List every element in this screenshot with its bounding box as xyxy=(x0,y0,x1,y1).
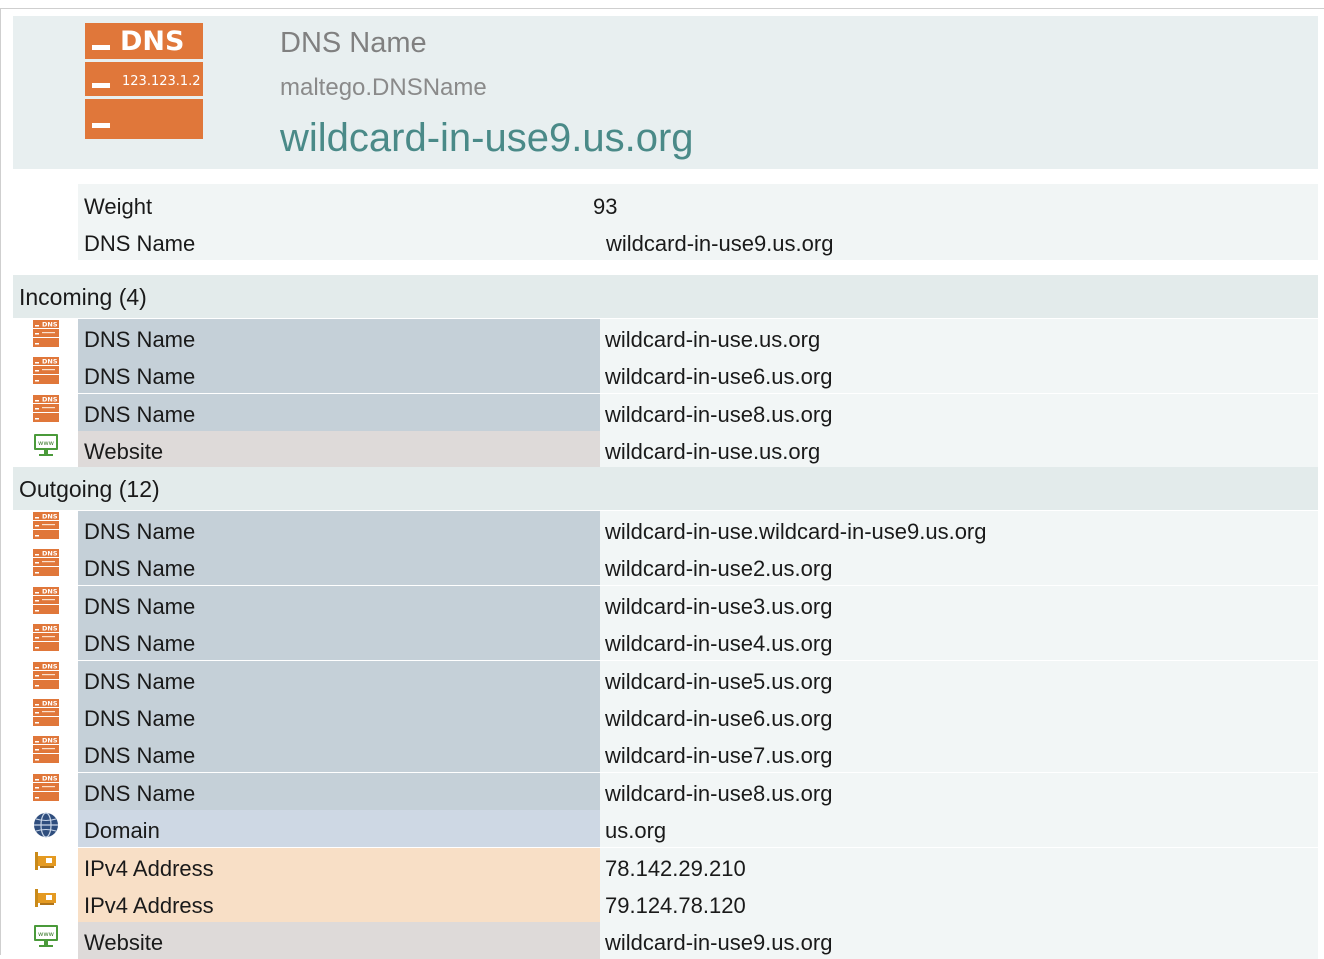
network-card-icon xyxy=(32,849,60,877)
dns-server-icon: DNS 123.123.1.2 xyxy=(85,23,203,139)
dns-server-icon: DNS xyxy=(32,549,60,577)
relation-row-dns-name[interactable]: DNS DNS Name wildcard-in-use2.us.org xyxy=(13,548,1318,586)
network-card-icon xyxy=(32,886,60,914)
entity-type-label: DNS Name xyxy=(84,401,196,427)
relation-row-dns-name[interactable]: DNS DNS Name wildcard-in-use.us.org xyxy=(13,319,1318,356)
entity-value-link[interactable]: wildcard-in-use.us.org xyxy=(605,439,820,465)
entity-type-label: DNS Name xyxy=(84,706,196,731)
incoming-label: Incoming (4) xyxy=(19,284,147,310)
entity-value-link[interactable]: us.org xyxy=(605,818,666,844)
svg-text:DNS: DNS xyxy=(42,625,58,633)
dns-server-icon: DNS xyxy=(32,661,60,690)
svg-text:DNS: DNS xyxy=(42,700,58,708)
entity-value-link[interactable]: wildcard-in-use9.us.org xyxy=(605,930,832,956)
entity-value-link[interactable]: wildcard-in-use6.us.org xyxy=(605,706,832,732)
svg-text:www: www xyxy=(38,930,55,938)
value-cell xyxy=(600,810,1318,848)
entity-type-label: DNS Name xyxy=(84,780,196,806)
entity-value-link[interactable]: wildcard-in-use2.us.org xyxy=(605,556,832,582)
entity-value-link[interactable]: wildcard-in-use4.us.org xyxy=(605,631,832,657)
entity-type-label: DNS Name xyxy=(84,519,196,544)
property-row: Weight 93 xyxy=(78,188,1318,225)
svg-text:DNS: DNS xyxy=(42,513,58,521)
entity-type-label: Website xyxy=(84,438,164,464)
property-key: DNS Name xyxy=(84,231,196,256)
svg-text:DNS: DNS xyxy=(42,737,58,745)
svg-text:DNS: DNS xyxy=(42,321,58,329)
entity-type-label: Domain xyxy=(84,818,160,844)
svg-text:DNS: DNS xyxy=(42,662,58,670)
svg-text:DNS: DNS xyxy=(42,358,58,366)
entity-type-label: DNS Name xyxy=(84,631,196,657)
entity-type-label: DNS Name xyxy=(84,556,196,582)
entity-header: DNS 123.123.1.2 DNS Name maltego.DNSName… xyxy=(13,16,1318,169)
property-row: DNS Name wildcard-in-use9.us.org xyxy=(78,225,1318,262)
relation-row-domain[interactable]: Domain us.org xyxy=(13,810,1318,848)
entity-value-link[interactable]: wildcard-in-use.wildcard-in-use9.us.org xyxy=(605,519,987,545)
entity-type-name: DNS Name xyxy=(280,27,427,59)
dns-server-icon: DNS xyxy=(32,624,60,652)
entity-type-label: DNS Name xyxy=(84,364,196,390)
dns-server-icon: DNS xyxy=(32,736,60,764)
relation-row-dns-name[interactable]: DNS DNS Name wildcard-in-use5.us.org xyxy=(13,660,1318,698)
relation-row-website[interactable]: www Website wildcard-in-use9.us.org xyxy=(13,922,1318,959)
entity-value-link[interactable]: 79.124.78.120 xyxy=(605,893,746,919)
entity-value-link[interactable]: wildcard-in-use5.us.org xyxy=(605,669,832,695)
relation-row-dns-name[interactable]: DNS DNS Name wildcard-in-use7.us.org xyxy=(13,735,1318,773)
website-monitor-icon: www xyxy=(32,432,60,460)
entity-value-link[interactable]: wildcard-in-use7.us.org xyxy=(605,743,832,769)
relation-row-dns-name[interactable]: DNS DNS Name wildcard-in-use8.us.org xyxy=(13,772,1318,810)
entity-value-link[interactable]: 78.142.29.210 xyxy=(605,856,746,882)
entity-type-label: DNS Name xyxy=(84,668,196,694)
property-value: 93 xyxy=(593,194,618,219)
property-value: wildcard-in-use9.us.org xyxy=(606,231,834,256)
relation-row-dns-name[interactable]: DNS DNS Name wildcard-in-use3.us.org xyxy=(13,585,1318,623)
svg-text:www: www xyxy=(38,439,55,447)
entity-type-label: DNS Name xyxy=(84,743,196,769)
entity-value-link[interactable]: wildcard-in-use3.us.org xyxy=(605,594,832,620)
svg-text:DNS: DNS xyxy=(42,774,58,782)
entity-type-label: IPv4 Address xyxy=(84,855,214,881)
relation-row-dns-name[interactable]: DNS DNS Name wildcard-in-use8.us.org xyxy=(13,393,1318,431)
dns-server-icon: DNS xyxy=(32,320,60,348)
relation-row-ipv4-address[interactable]: IPv4 Address 78.142.29.210 xyxy=(13,847,1318,885)
entity-value[interactable]: wildcard-in-use9.us.org xyxy=(280,116,694,161)
entity-value-link[interactable]: wildcard-in-use6.us.org xyxy=(605,364,832,390)
svg-text:DNS: DNS xyxy=(42,395,58,403)
relation-row-website[interactable]: www Website wildcard-in-use.us.org xyxy=(13,430,1318,468)
entity-type-label: DNS Name xyxy=(84,327,196,352)
property-key: Weight xyxy=(84,194,153,219)
website-monitor-icon: www xyxy=(32,923,60,951)
entity-type-id: maltego.DNSName xyxy=(280,74,487,101)
svg-text:DNS: DNS xyxy=(120,26,184,57)
entity-value-link[interactable]: wildcard-in-use8.us.org xyxy=(605,402,832,428)
relation-row-dns-name[interactable]: DNS DNS Name wildcard-in-use6.us.org xyxy=(13,356,1318,394)
entity-type-label: Website xyxy=(84,930,164,956)
dns-server-icon: DNS xyxy=(32,586,60,615)
relation-row-dns-name[interactable]: DNS DNS Name wildcard-in-use6.us.org xyxy=(13,698,1318,735)
properties-table: Weight 93 DNS Name wildcard-in-use9.us.o… xyxy=(78,184,1318,260)
dns-server-icon: DNS xyxy=(32,699,60,727)
relation-row-ipv4-address[interactable]: IPv4 Address 79.124.78.120 xyxy=(13,885,1318,922)
dns-server-icon: DNS xyxy=(32,773,60,802)
entity-type-label: IPv4 Address xyxy=(84,893,214,918)
outgoing-label: Outgoing (12) xyxy=(19,476,160,502)
outgoing-section-header: Outgoing (12) xyxy=(13,467,1318,510)
dns-server-icon: DNS xyxy=(32,357,60,385)
incoming-section-header: Incoming (4) xyxy=(13,275,1318,318)
entity-value-link[interactable]: wildcard-in-use8.us.org xyxy=(605,781,832,807)
svg-text:DNS: DNS xyxy=(42,550,58,558)
svg-text:DNS: DNS xyxy=(42,587,58,595)
svg-text:123.123.1.2: 123.123.1.2 xyxy=(122,74,201,89)
left-border xyxy=(0,8,1,955)
entity-type-label: DNS Name xyxy=(84,593,196,619)
dns-server-icon: DNS xyxy=(32,394,60,423)
top-border xyxy=(0,8,1324,9)
relation-row-dns-name[interactable]: DNS DNS Name wildcard-in-use4.us.org xyxy=(13,623,1318,661)
globe-icon xyxy=(32,811,60,839)
relation-row-dns-name[interactable]: DNS DNS Name wildcard-in-use.wildcard-in-u… xyxy=(13,511,1318,548)
entity-value-link[interactable]: wildcard-in-use.us.org xyxy=(605,327,820,353)
dns-server-icon: DNS xyxy=(32,512,60,540)
